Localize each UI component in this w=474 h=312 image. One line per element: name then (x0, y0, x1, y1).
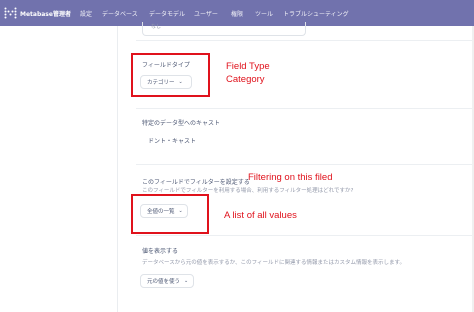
nav-databases[interactable]: データベース (102, 9, 138, 18)
cast-value[interactable]: ドント・キャスト (148, 136, 196, 145)
section-divider (136, 164, 474, 165)
brand-label: Metabase管理者 (20, 11, 71, 18)
nav-troubleshooting[interactable]: トラブルシューティング (283, 9, 349, 18)
section-divider (136, 40, 474, 41)
category-annotation: Category (226, 74, 265, 85)
chevron-down-icon: ⌄ (184, 278, 189, 284)
section-divider (136, 108, 474, 109)
filtering-annotation: Filtering on this filed (248, 172, 333, 183)
left-sidebar (0, 26, 118, 312)
nav-tools[interactable]: ツール (255, 9, 273, 18)
metabase-logo-icon[interactable] (4, 7, 17, 19)
previous-field-dropdown[interactable]: なし (142, 22, 306, 36)
list-values-annotation: A list of all values (224, 210, 297, 221)
nav-people[interactable]: ユーザー (194, 9, 218, 18)
filtering-description: このフィールドでフィルターを利用する場合、利用するフィルター処理はどれですか? (142, 188, 354, 194)
previous-field-value: なし (151, 24, 162, 30)
nav-settings[interactable]: 設定 (80, 9, 92, 18)
display-values-value: 元の値を使う (147, 279, 181, 285)
nav-data-model[interactable]: データモデル (149, 9, 185, 18)
section-divider (136, 235, 474, 236)
display-values-dropdown[interactable]: 元の値を使う ⌄ (140, 274, 194, 288)
display-values-label: 値を表示する (142, 248, 179, 255)
field-type-annotation: Field Type (226, 61, 270, 72)
filtering-highlight-box (131, 194, 209, 234)
nav-permissions[interactable]: 権限 (231, 9, 243, 18)
display-values-description: データベースから元の値を表示するか、このフィールドに関連する情報またはカスタム情… (142, 260, 405, 266)
filtering-label: このフィールドでフィルターを設定する (142, 179, 250, 186)
cast-label: 特定のデータ型へのキャスト (142, 120, 221, 127)
field-type-highlight-box (131, 53, 210, 97)
